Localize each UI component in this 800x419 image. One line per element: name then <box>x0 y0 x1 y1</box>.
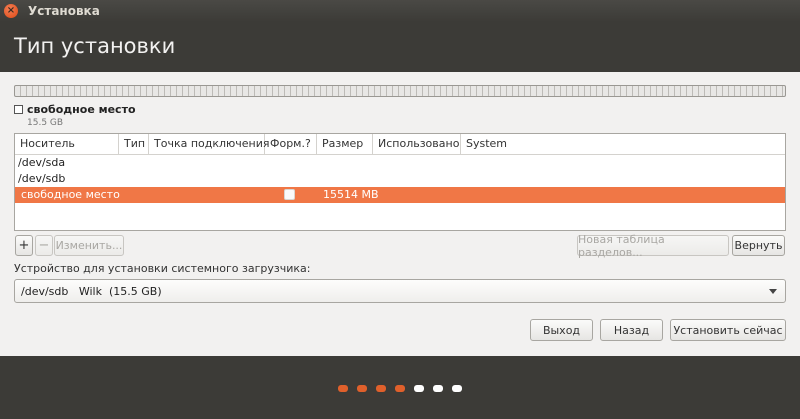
column-header-size[interactable]: Размер <box>317 134 373 154</box>
legend-swatch <box>14 105 23 114</box>
bootloader-device-value: /dev/sdb Wilk (15.5 GB) <box>21 284 162 298</box>
progress-dot-completed <box>376 385 386 392</box>
partition-bar <box>14 85 786 97</box>
table-row[interactable]: /dev/sdb <box>15 171 785 187</box>
progress-dot-pending <box>414 385 424 392</box>
change-partition-button[interactable]: Изменить... <box>54 235 124 256</box>
progress-dot-pending <box>433 385 443 392</box>
column-header-format[interactable]: Форм.? <box>265 134 317 154</box>
bootloader-device-select[interactable]: /dev/sdb Wilk (15.5 GB) <box>14 279 786 303</box>
window-title: Установка <box>28 4 100 18</box>
bootloader-label: Устройство для установки системного загр… <box>14 262 311 275</box>
table-row[interactable]: /dev/sda <box>15 155 785 171</box>
progress-dot-pending <box>452 385 462 392</box>
progress-dots <box>338 385 471 392</box>
size-cell: 15514 MB <box>323 188 379 201</box>
legend-size: 15.5 GB <box>27 118 64 128</box>
table-header: Носитель Тип Точка подключения Форм.? Ра… <box>15 134 785 155</box>
back-button[interactable]: Назад <box>600 319 663 341</box>
page-title: Тип установки <box>14 34 176 58</box>
quit-button[interactable]: Выход <box>530 319 593 341</box>
main-panel: свободное место 15.5 GB Носитель Тип Точ… <box>0 72 800 356</box>
dropdown-arrow-icon <box>769 289 777 294</box>
column-header-mount[interactable]: Точка подключения <box>149 134 270 154</box>
partition-legend: свободное место 15.5 GB <box>14 103 136 128</box>
legend-label: свободное место <box>27 103 136 116</box>
table-row-selected[interactable]: свободное место 15514 MB <box>15 187 785 203</box>
close-icon[interactable]: × <box>4 4 18 18</box>
format-cell <box>270 187 317 203</box>
title-bar: × Установка <box>0 0 800 22</box>
progress-dot-completed <box>338 385 348 392</box>
new-partition-table-button[interactable]: Новая таблица разделов... <box>577 233 729 259</box>
column-header-system[interactable]: System <box>461 134 785 154</box>
device-cell: свободное место <box>21 188 120 201</box>
remove-partition-button[interactable]: − <box>35 235 53 256</box>
device-cell: /dev/sdb <box>18 172 66 185</box>
footer <box>0 356 800 419</box>
revert-button[interactable]: Вернуть <box>732 235 785 256</box>
format-checkbox[interactable] <box>284 189 295 200</box>
column-header-used[interactable]: Использовано <box>373 134 461 154</box>
device-cell: /dev/sda <box>18 156 66 169</box>
column-header-type[interactable]: Тип <box>119 134 149 154</box>
header: Тип установки <box>0 22 800 72</box>
install-now-button[interactable]: Установить сейчас <box>670 319 786 341</box>
add-partition-button[interactable]: + <box>15 235 33 256</box>
progress-dot-completed <box>357 385 367 392</box>
partition-table: Носитель Тип Точка подключения Форм.? Ра… <box>14 133 786 231</box>
progress-dot-completed <box>395 385 405 392</box>
column-header-device[interactable]: Носитель <box>15 134 119 154</box>
